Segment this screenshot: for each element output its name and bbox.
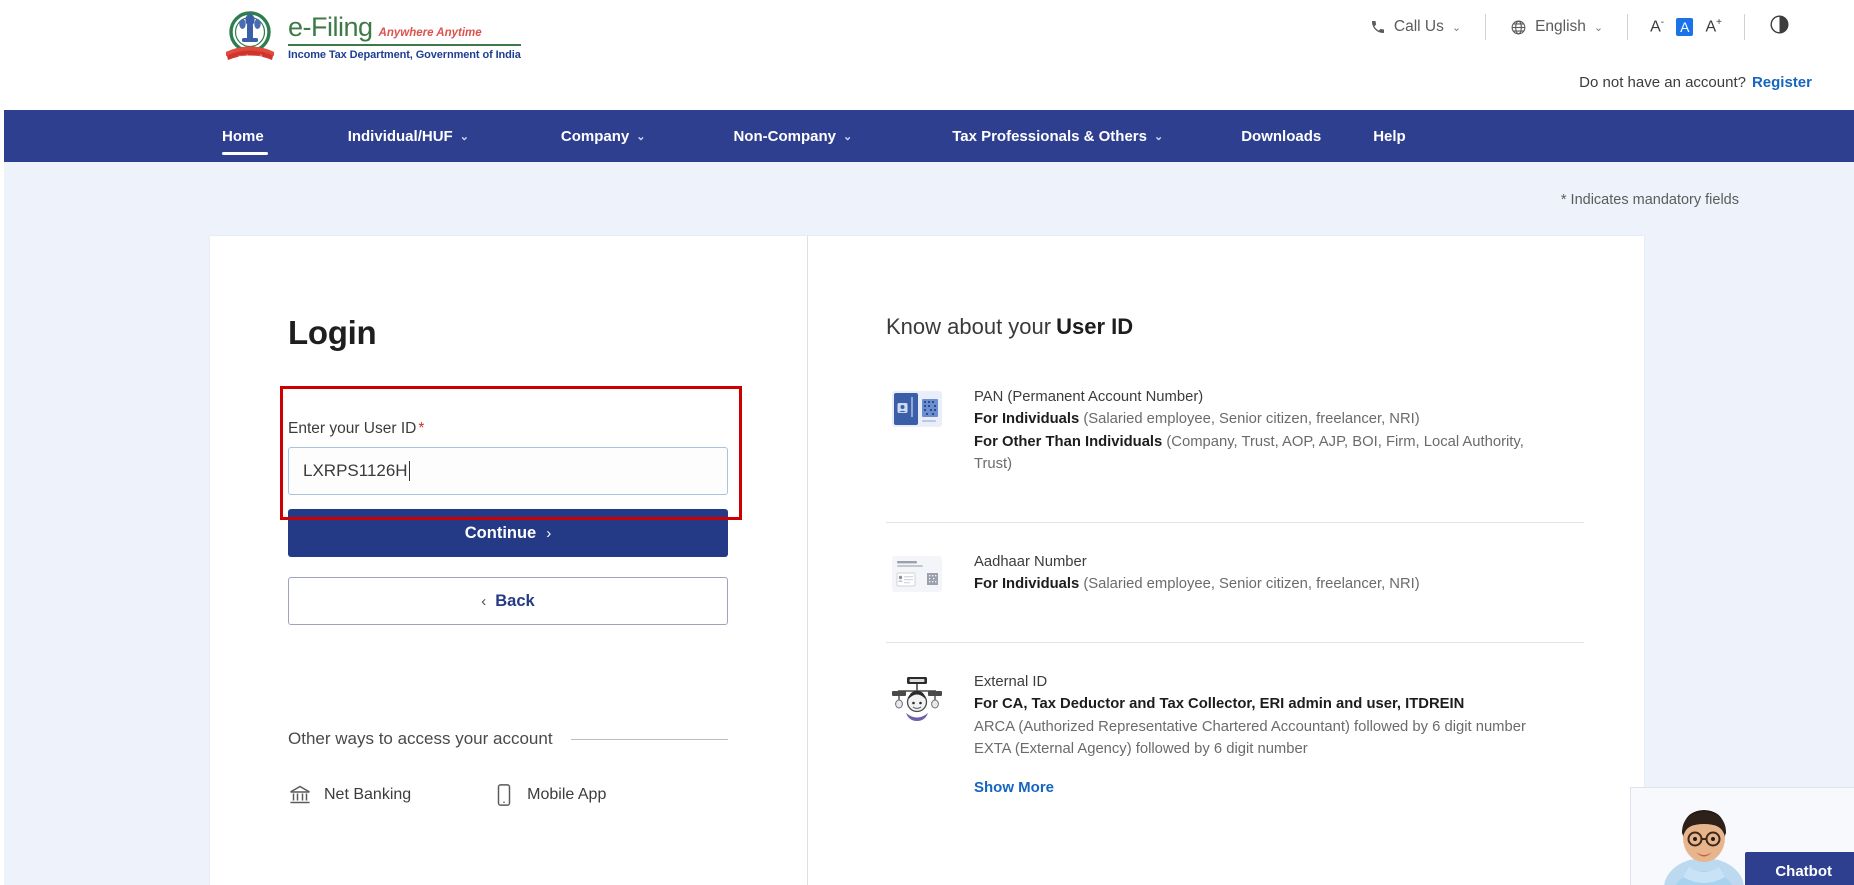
aadhaar-description: Aadhaar Number For Individuals (Salaried… (974, 551, 1420, 596)
external-id-line-2: ARCA (Authorized Representative Chartere… (974, 716, 1526, 738)
brand-subtitle: Income Tax Department, Government of Ind… (288, 50, 521, 61)
page-content: * Indicates mandatory fields Login Enter… (0, 162, 1854, 885)
divider-line (571, 739, 728, 740)
alternate-login-methods: Net Banking Mobile App (288, 783, 807, 807)
text-cursor (409, 461, 411, 481)
mobile-app-label: Mobile App (527, 786, 606, 804)
bank-icon (288, 783, 312, 807)
brand-name: e-Filing (288, 14, 373, 41)
nav-item-tax-professionals-others[interactable]: Tax Professionals & Others ⌄ (926, 110, 1189, 162)
id-type-external: External ID For CA, Tax Deductor and Tax… (886, 642, 1584, 800)
login-pane: Login Enter your User ID* LXRPS1126H Con… (210, 236, 807, 885)
page-left-edge (0, 0, 4, 885)
nav-label: Non-Company (733, 128, 836, 145)
site-header: सत्यमेव जयते e-Filing Anywhere Anytime I… (0, 0, 1854, 110)
nav-item-home[interactable]: Home (222, 110, 294, 162)
font-size-increase-button[interactable]: A+ (1705, 17, 1722, 36)
nav-item-non-company[interactable]: Non-Company ⌄ (707, 110, 878, 162)
net-banking-option[interactable]: Net Banking (288, 783, 411, 807)
contrast-toggle-icon[interactable] (1745, 14, 1814, 40)
external-id-line-3: EXTA (External Agency) followed by 6 dig… (974, 738, 1526, 760)
call-us-menu[interactable]: Call Us ⌄ (1346, 18, 1485, 36)
id-type-pan: PAN (Permanent Account Number) For Indiv… (886, 340, 1584, 500)
userid-input[interactable]: LXRPS1126H (288, 447, 728, 495)
language-selector[interactable]: English ⌄ (1486, 18, 1627, 36)
pan-description: PAN (Permanent Account Number) For Indiv… (974, 386, 1549, 476)
net-banking-label: Net Banking (324, 786, 411, 804)
required-marker: * (418, 420, 424, 437)
chevron-down-icon: ⌄ (1154, 130, 1163, 143)
chevron-down-icon: ⌄ (460, 130, 469, 143)
chatbot-widget[interactable]: Chatbot (1630, 787, 1854, 885)
nav-label: Home (222, 128, 264, 145)
other-ways-label: Other ways to access your account (288, 729, 553, 749)
login-card: Login Enter your User ID* LXRPS1126H Con… (210, 236, 1644, 885)
external-id-heading: External ID (974, 671, 1526, 693)
other-ways-header: Other ways to access your account (288, 729, 728, 749)
know-panel-title: Know about yourUser ID (886, 314, 1584, 340)
page-title: Login (288, 314, 807, 352)
chevron-down-icon: ⌄ (1594, 21, 1603, 34)
aadhaar-heading: Aadhaar Number (974, 551, 1420, 573)
pan-line-2: For Other Than Individuals (Company, Tru… (974, 431, 1549, 476)
external-id-description: External ID For CA, Tax Deductor and Tax… (974, 671, 1526, 800)
nav-item-company[interactable]: Company ⌄ (535, 110, 672, 162)
know-about-user-id-pane: Know about yourUser ID (808, 236, 1644, 885)
id-type-aadhaar: Aadhaar Number For Individuals (Salaried… (886, 522, 1584, 620)
chatbot-avatar-icon (1649, 793, 1759, 885)
show-more-link[interactable]: Show More (974, 777, 1054, 800)
pan-card-icon (886, 386, 948, 476)
external-id-line-1: For CA, Tax Deductor and Tax Collector, … (974, 693, 1526, 715)
nav-label: Company (561, 128, 629, 145)
nav-item-individual-huf[interactable]: Individual/HUF ⌄ (322, 110, 495, 162)
mobile-app-option[interactable]: Mobile App (493, 783, 606, 807)
language-label: English (1535, 18, 1586, 36)
globe-icon (1510, 19, 1527, 36)
chevron-down-icon: ⌄ (1452, 21, 1461, 34)
brand-divider (288, 44, 521, 46)
chatbot-button[interactable]: Chatbot (1745, 852, 1854, 885)
main-navigation: Home Individual/HUF ⌄ Company ⌄ Non-Comp… (0, 110, 1854, 162)
efiling-login-page: सत्यमेव जयते e-Filing Anywhere Anytime I… (0, 0, 1854, 885)
register-link[interactable]: Register (1752, 74, 1812, 91)
mobile-phone-icon (493, 783, 515, 807)
nav-label: Individual/HUF (348, 128, 453, 145)
font-size-controls: A- A A+ (1628, 17, 1744, 36)
call-us-label: Call Us (1394, 18, 1444, 36)
nav-label: Help (1373, 128, 1406, 145)
header-utility-bar: Call Us ⌄ English ⌄ (1346, 14, 1814, 40)
no-account-text: Do not have an account? (1579, 74, 1746, 91)
chevron-left-icon: ‹ (481, 593, 486, 610)
nav-label: Tax Professionals & Others (952, 128, 1147, 145)
nav-item-help[interactable]: Help (1347, 110, 1432, 162)
external-id-icon (886, 671, 948, 800)
phone-icon (1370, 19, 1386, 35)
india-national-emblem-icon: सत्यमेव जयते (222, 8, 278, 66)
font-size-normal-button[interactable]: A (1676, 18, 1693, 36)
register-prompt: Do not have an account? Register (1579, 74, 1812, 91)
aadhaar-line-1: For Individuals (Salaried employee, Seni… (974, 573, 1420, 595)
chevron-down-icon: ⌄ (843, 130, 852, 143)
continue-button[interactable]: Continue › (288, 509, 728, 557)
font-size-decrease-button[interactable]: A- (1650, 17, 1664, 36)
svg-text:सत्यमेव जयते: सत्यमेव जयते (238, 54, 262, 61)
continue-label: Continue (465, 524, 537, 543)
userid-label: Enter your User ID* (288, 420, 807, 438)
pan-line-1: For Individuals (Salaried employee, Seni… (974, 408, 1549, 430)
pan-heading: PAN (Permanent Account Number) (974, 386, 1549, 408)
nav-item-downloads[interactable]: Downloads (1215, 110, 1347, 162)
aadhaar-card-icon (886, 551, 948, 596)
site-logo[interactable]: सत्यमेव जयते e-Filing Anywhere Anytime I… (222, 8, 521, 66)
userid-value: LXRPS1126H (303, 461, 408, 481)
back-label: Back (495, 592, 534, 611)
brand-tagline: Anywhere Anytime (379, 28, 482, 40)
nav-label: Downloads (1241, 128, 1321, 145)
chevron-down-icon: ⌄ (636, 130, 645, 143)
back-button[interactable]: ‹ Back (288, 577, 728, 625)
mandatory-fields-note: * Indicates mandatory fields (1561, 192, 1739, 208)
brand-text: e-Filing Anywhere Anytime Income Tax Dep… (288, 14, 521, 61)
chevron-right-icon: › (546, 525, 551, 542)
